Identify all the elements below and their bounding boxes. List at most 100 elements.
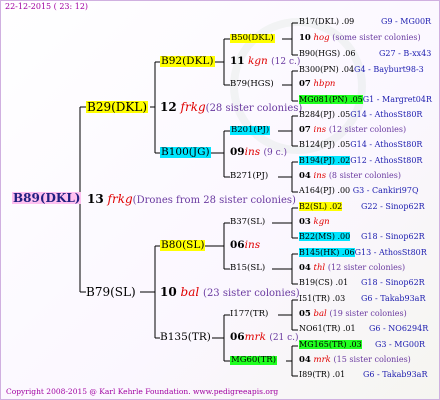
queen-g3-4[interactable]: B271(PJ) [230, 172, 268, 181]
queen-g3-2[interactable]: B79(HGS) [230, 80, 274, 89]
g4-row-9[interactable]: B2(SL) .02 G22 - Sinop62R [299, 202, 425, 211]
queen-g2-1[interactable]: B92(DKL) [160, 56, 215, 67]
g4-3-label: B300(PN) .04 [299, 65, 355, 74]
g3-4-drone-info: 04 ins (8 sister colonies) [299, 172, 401, 181]
g4-9-ref: G22 - Sinop62R [361, 202, 425, 211]
copyright-footer: Copyright 2008-2015 @ Karl Kehrle Founda… [6, 387, 279, 396]
g4-5-ref: G14 - AthosSt80R [350, 110, 423, 119]
queen-g3-6[interactable]: B15(SL) [230, 264, 265, 273]
g3-1-drone: hog [313, 33, 330, 43]
g4-row-11[interactable]: B145(HK) .06G13 - AthosSt80R [299, 248, 427, 257]
g4-row-10[interactable]: B22(MS) .00 G18 - Sinop62R [299, 232, 425, 241]
queen-g1-1[interactable]: B29(DKL) [86, 101, 149, 113]
queen-g3-3[interactable]: B201(PJ) [230, 126, 271, 135]
g3-4-drone: ins [313, 171, 327, 181]
g2-4-num: 06 [230, 331, 245, 343]
g4-6-label: B124(PJ) .05 [299, 140, 351, 149]
g1-2-num: 10 [160, 285, 177, 299]
g2-4-drone-info: 06mrk (21 c.) [230, 332, 299, 343]
g3-8-num: 04 [299, 355, 311, 365]
g3-3-drone-info: 07 ins (12 sister colonies) [299, 126, 406, 135]
g4-8-ref: G3 - Cankiri97Q [352, 186, 419, 195]
g1-2-drone: bal [180, 285, 200, 299]
g4-row-12[interactable]: B19(CS) .01 G18 - Sinop62R [299, 278, 425, 287]
queen-g2-2[interactable]: B100(JG) [160, 147, 211, 158]
g4-2-ref: G27 - B-xx43 [379, 49, 432, 58]
g3-8-drone: mrk [313, 355, 331, 365]
g2-3-drone: ins [244, 239, 261, 251]
g4-11-label: B145(HK) .06 [299, 248, 355, 257]
g1-2-drone-info: 10 bal (23 sister colonies) [160, 286, 300, 299]
g4-8-label: A164(PJ) .00 [299, 186, 351, 195]
g4-12-label: B19(CS) .01 [299, 278, 349, 287]
g4-16-ref: G6 - Takab93aR [363, 370, 428, 379]
g4-row-14[interactable]: NO61(TR) .01 G6 - NO6294R [299, 325, 428, 333]
g3-2-drone: hbpn [313, 79, 336, 89]
g3-7-drone: bal [313, 309, 327, 319]
root-drone-info: 13 frkg(Drones from 28 sister colonies) [87, 193, 296, 206]
g4-row-3[interactable]: B300(PN) .04G4 - Bayburt98-3 [299, 66, 424, 74]
g4-row-2[interactable]: B90(HGS) .06 G27 - B-xx43 [299, 50, 431, 58]
queen-g2-4[interactable]: B135(TR) [160, 332, 211, 343]
g2-4-note: (21 c.) [269, 333, 299, 343]
g4-row-5[interactable]: B284(PJ) .05G14 - AthosSt80R [299, 111, 422, 119]
g4-7-label: B194(PJ) .02 [299, 156, 351, 165]
g3-7-note: (19 sister colonies) [329, 309, 407, 318]
g2-1-note: (12 c.) [271, 57, 301, 67]
g3-3-note: (12 sister colonies) [328, 125, 407, 134]
queen-g1-2[interactable]: B79(SL) [86, 286, 136, 298]
queen-g3-5[interactable]: B37(SL) [230, 218, 265, 227]
g4-14-ref: G6 - NO6294R [369, 324, 429, 333]
root-drone: frkg [107, 192, 133, 206]
g4-3-ref: G4 - Bayburt98-3 [354, 65, 424, 74]
g3-6-note: (12 sister colonies) [327, 263, 406, 272]
g1-1-drone: frkg [180, 100, 206, 114]
queen-g3-7[interactable]: I177(TR) [230, 310, 268, 319]
g2-3-drone-info: 06ins [230, 240, 260, 251]
report-timestamp: 22-12-2015 ( 23: 12) [5, 2, 89, 11]
g4-13-label: I51(TR) .03 [299, 294, 346, 303]
g4-row-7[interactable]: B194(PJ) .02G12 - AthosSt80R [299, 156, 423, 165]
g2-4-drone: mrk [244, 331, 266, 343]
g4-13-ref: G6 - Takab93aR [361, 294, 426, 303]
g4-1-label: B17(DKL) .09 [299, 17, 355, 26]
g4-10-ref: G18 - Sinop62R [361, 232, 425, 241]
g4-row-6[interactable]: B124(PJ) .05G14 - AthosSt80R [299, 141, 422, 149]
g3-4-num: 04 [299, 171, 311, 181]
g4-11-ref: G13 - AthosSt80R [354, 248, 427, 257]
g2-1-drone: kgn [247, 55, 268, 67]
queen-g3-1[interactable]: B50(DKL) [230, 34, 275, 43]
g3-8-note: (15 sister colonies) [333, 355, 411, 364]
g4-9-label: B2(SL) .02 [299, 202, 343, 211]
g4-15-label: MG165(TR) .03 [299, 340, 362, 349]
g3-5-drone: kgn [313, 217, 330, 227]
g4-15-ref: G3 - MG00R [375, 340, 426, 349]
root-queen[interactable]: B89(DKL) [12, 192, 82, 204]
g4-row-1[interactable]: B17(DKL) .09 G9 - MG00R [299, 17, 431, 26]
g4-1-ref: G9 - MG00R [381, 17, 432, 26]
g4-row-4[interactable]: MG081(PN) .05G1 - Margret04R [299, 95, 432, 104]
g4-row-13[interactable]: I51(TR) .03 G6 - Takab93aR [299, 294, 425, 303]
g4-row-16[interactable]: I89(TR) .01 G6 - Takab93aR [299, 371, 427, 379]
g3-3-num: 07 [299, 125, 311, 135]
g4-10-label: B22(MS) .00 [299, 232, 351, 241]
g1-2-note: (23 sister colonies) [203, 288, 300, 299]
g4-4-label: MG081(PN) .05 [299, 95, 363, 104]
g3-5-drone-info: 03 kgn [299, 218, 330, 227]
g2-1-drone-info: 11 kgn (12 c.) [230, 56, 300, 67]
queen-g3-8[interactable]: MG60(TR) [230, 356, 278, 365]
g3-1-note: (some sister colonies) [332, 33, 421, 42]
g2-3-num: 06 [230, 239, 245, 251]
g3-7-drone-info: 05 bal (19 sister colonies) [299, 310, 407, 319]
g4-7-ref: G12 - AthosSt80R [350, 156, 423, 165]
g2-2-drone-info: 09ins (9 c.) [230, 147, 287, 158]
g3-6-drone: thl [313, 263, 326, 273]
g3-3-drone: ins [313, 125, 327, 135]
g1-1-note: (28 sister colonies) [205, 103, 303, 114]
queen-g2-3[interactable]: B80(SL) [160, 240, 206, 251]
g4-row-8[interactable]: A164(PJ) .00 G3 - Cankiri97Q [299, 187, 419, 195]
g3-2-drone-info: 07 hbpn [299, 80, 335, 89]
g3-1-num: 10 [299, 33, 311, 43]
g4-row-15[interactable]: MG165(TR) .03 G3 - MG00R [299, 340, 425, 349]
g4-12-ref: G18 - Sinop62R [361, 278, 425, 287]
